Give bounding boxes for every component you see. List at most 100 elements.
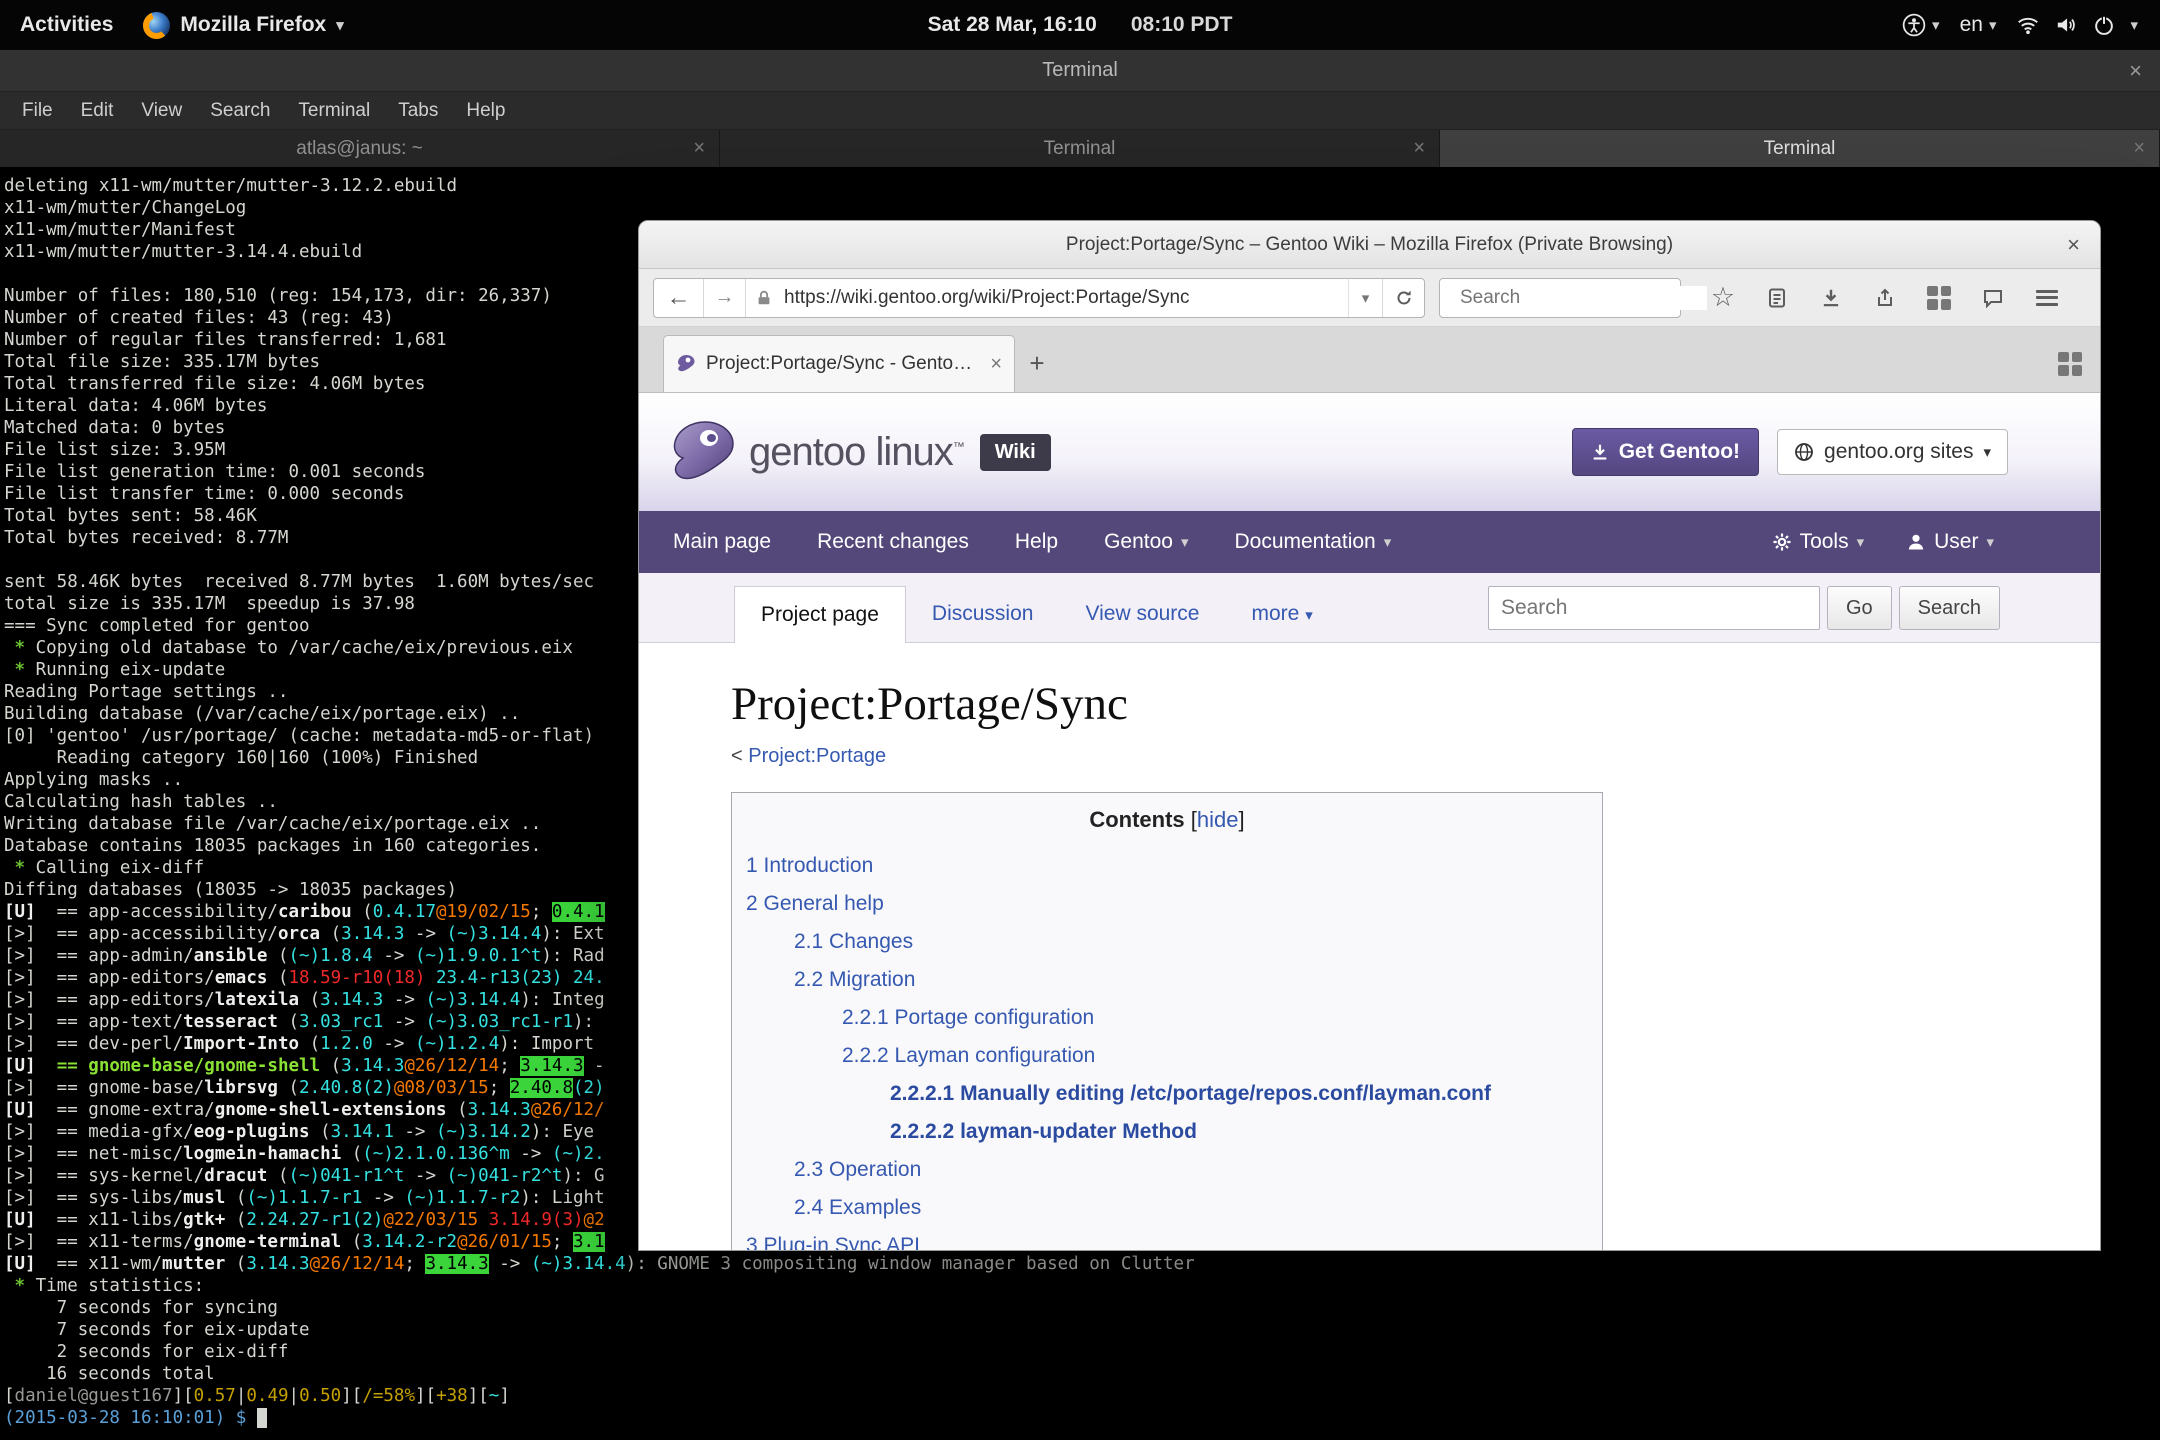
nav-tools[interactable]: Tools▾ [1772, 530, 1865, 554]
terminal-line: 2 seconds for eix-diff [4, 1341, 2160, 1363]
toc-link[interactable]: 2.2.2.2 layman-updater Method [890, 1120, 1197, 1143]
nav-user[interactable]: User▾ [1906, 530, 1994, 554]
terminal-menubar: File Edit View Search Terminal Tabs Help [0, 92, 2160, 130]
breadcrumb: < Project:Portage [731, 745, 2100, 768]
terminal-title: Terminal [1042, 59, 1118, 82]
nav-main-page[interactable]: Main page [673, 530, 771, 554]
tab-view-source[interactable]: View source [1059, 586, 1225, 642]
toc-item: 1 Introduction [732, 847, 1602, 885]
toc-hide-link[interactable]: hide [1197, 807, 1239, 832]
terminal-tab-label: atlas@janus: ~ [296, 138, 423, 160]
share-icon[interactable] [1865, 278, 1905, 318]
terminal-line: * Time statistics: [4, 1275, 2160, 1297]
wiki-search-input[interactable] [1488, 586, 1820, 630]
toc-link[interactable]: 2 General help [746, 892, 884, 915]
chevron-down-icon: ▾ [336, 16, 344, 34]
firefox-window: Project:Portage/Sync – Gentoo Wiki – Moz… [638, 220, 2101, 1251]
toc-list: 1 Introduction 2 General help 2.1 Changes 2… [732, 847, 1602, 1251]
downloads-icon[interactable] [1811, 278, 1851, 318]
bookmarks-menu-icon[interactable] [1757, 278, 1797, 318]
tab-discussion[interactable]: Discussion [906, 586, 1060, 642]
accessibility-menu[interactable]: ▾ [1902, 13, 1940, 37]
gnome-top-bar: Activities Mozilla Firefox ▾ Sat 28 Mar,… [0, 0, 2160, 50]
forward-button[interactable]: → [704, 279, 746, 317]
wiki-page-tabs: Project page Discussion View source more… [639, 573, 2100, 643]
tab-groups-button[interactable] [2058, 335, 2082, 392]
menu-tabs[interactable]: Tabs [398, 100, 438, 122]
user-icon [1906, 532, 1926, 552]
nav-recent-changes[interactable]: Recent changes [817, 530, 969, 554]
gentoo-logo[interactable]: gentoo linux™ [669, 420, 964, 484]
accessibility-icon [1902, 13, 1926, 37]
close-icon[interactable]: × [2133, 137, 2145, 160]
toolbar-icons: ☆ [1703, 278, 2067, 318]
firefox-titlebar[interactable]: Project:Portage/Sync – Gentoo Wiki – Moz… [639, 221, 2100, 269]
toc-link[interactable]: 2.1 Changes [794, 930, 913, 953]
close-icon[interactable]: × [2129, 58, 2142, 84]
system-status-menu[interactable]: ▾ [2016, 13, 2138, 37]
toc-item: 3 Plug-in Sync API [732, 1227, 1602, 1251]
browser-tab[interactable]: Project:Portage/Sync - Gentoo ... × [663, 335, 1015, 392]
terminal-tabbar: atlas@janus: ~ × Terminal × Terminal × [0, 130, 2160, 167]
toc-link[interactable]: 2.2 Migration [794, 968, 915, 991]
go-button[interactable]: Go [1827, 586, 1892, 630]
search-group [1439, 278, 1681, 318]
volume-icon [2054, 13, 2078, 37]
tab-project-page[interactable]: Project page [734, 586, 906, 643]
nav-documentation[interactable]: Documentation▾ [1234, 530, 1391, 554]
close-icon[interactable]: × [1413, 137, 1425, 160]
terminal-line: [U] == x11-wm/mutter (3.14.3@26/12/14; 3… [4, 1253, 2160, 1275]
menu-search[interactable]: Search [210, 100, 270, 122]
url-dropdown-icon[interactable]: ▾ [1348, 279, 1382, 317]
terminal-titlebar[interactable]: Terminal × [0, 50, 2160, 92]
menu-file[interactable]: File [22, 100, 53, 122]
chevron-down-icon: ▾ [1932, 16, 1940, 34]
gentoo-sites-button[interactable]: gentoo.org sites ▾ [1777, 429, 2008, 475]
clock[interactable]: Sat 28 Mar, 16:10 08:10 PDT [928, 13, 1233, 37]
reload-button[interactable] [1382, 279, 1424, 317]
app-menu[interactable]: Mozilla Firefox ▾ [143, 12, 343, 39]
nav-help[interactable]: Help [1015, 530, 1058, 554]
toc-link[interactable]: 2.2.2 Layman configuration [842, 1044, 1095, 1067]
keyboard-layout-menu[interactable]: en ▾ [1960, 13, 1997, 37]
nav-gentoo[interactable]: Gentoo▾ [1104, 530, 1188, 554]
close-icon[interactable]: × [693, 137, 705, 160]
toc-link[interactable]: 2.2.2.1 Manually editing /etc/portage/re… [890, 1082, 1491, 1105]
menu-help[interactable]: Help [466, 100, 505, 122]
back-button[interactable]: ← [654, 279, 704, 317]
toc-link[interactable]: 2.3 Operation [794, 1158, 921, 1181]
toc-item: 2.2.2.1 Manually editing /etc/portage/re… [732, 1075, 1602, 1113]
menu-view[interactable]: View [141, 100, 182, 122]
menu-terminal[interactable]: Terminal [298, 100, 370, 122]
page-title: Project:Portage/Sync [731, 677, 2100, 731]
activities-button[interactable]: Activities [20, 13, 113, 37]
breadcrumb-link[interactable]: Project:Portage [748, 745, 886, 767]
tab-more[interactable]: more ▾ [1225, 586, 1338, 642]
lock-icon [746, 279, 782, 317]
terminal-line: [daniel@guest167][0.57|0.49|0.50][/=58%]… [4, 1385, 2160, 1407]
menu-icon[interactable] [2027, 278, 2067, 318]
menu-edit[interactable]: Edit [81, 100, 114, 122]
bookmark-star-icon[interactable]: ☆ [1703, 278, 1743, 318]
wiki-search-button[interactable]: Search [1899, 586, 2000, 630]
get-gentoo-button[interactable]: Get Gentoo! [1572, 428, 1759, 476]
toc-item: 2.2 Migration [732, 961, 1602, 999]
search-input[interactable] [1458, 286, 1707, 310]
chevron-down-icon: ▾ [1384, 533, 1392, 551]
firefox-navbar: ← → ▾ ☆ [639, 269, 2100, 327]
chat-icon[interactable] [1973, 278, 2013, 318]
toc-link[interactable]: 2.2.1 Portage configuration [842, 1006, 1094, 1029]
apps-grid-icon[interactable] [1919, 278, 1959, 318]
terminal-tab-3[interactable]: Terminal × [1440, 130, 2160, 167]
toc-link[interactable]: 3 Plug-in Sync API [746, 1234, 920, 1251]
terminal-tab-2[interactable]: Terminal × [720, 130, 1440, 167]
toc-link[interactable]: 1 Introduction [746, 854, 873, 877]
new-tab-button[interactable]: + [1015, 335, 1059, 392]
terminal-tab-1[interactable]: atlas@janus: ~ × [0, 130, 720, 167]
close-icon[interactable]: × [2067, 232, 2080, 258]
url-bar[interactable] [782, 279, 1348, 317]
close-icon[interactable]: × [990, 353, 1002, 376]
toc-link[interactable]: 2.4 Examples [794, 1196, 921, 1219]
toc-item: 2 General help [732, 885, 1602, 923]
gentoo-favicon [676, 354, 696, 374]
